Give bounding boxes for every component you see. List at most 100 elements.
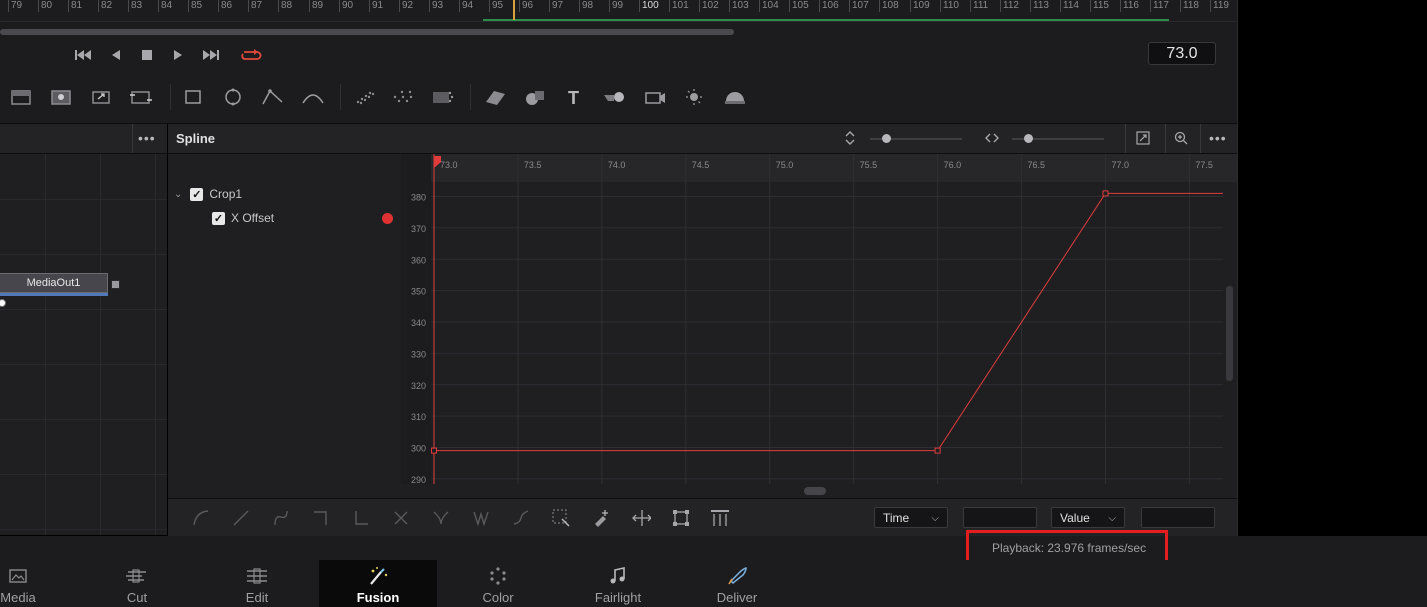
- x-tick-label: 75.0: [776, 160, 794, 170]
- spline-vscroll-thumb[interactable]: [1226, 286, 1233, 381]
- spline-options-icon[interactable]: •••: [1209, 130, 1227, 146]
- particle-image-icon[interactable]: [430, 85, 456, 109]
- ellipse-mask-icon[interactable]: [220, 85, 246, 109]
- toolbar-separator: [170, 84, 171, 110]
- vertical-zoom-slider[interactable]: [870, 134, 962, 143]
- select-keys-icon[interactable]: [551, 508, 571, 528]
- skip-to-end-icon[interactable]: [200, 45, 222, 65]
- ruler-playhead[interactable]: [513, 0, 515, 20]
- fit-icon[interactable]: [1136, 131, 1150, 150]
- bspline-mask-icon[interactable]: [300, 85, 326, 109]
- text-3d-icon[interactable]: T: [562, 85, 588, 109]
- image-plane-3d-icon[interactable]: [482, 85, 508, 109]
- y-tick-label: 290: [411, 475, 426, 484]
- node-selection-bar: [0, 293, 108, 296]
- crop1-checkbox[interactable]: ✓: [190, 187, 204, 201]
- ruler-tick: 105: [789, 0, 809, 12]
- spline-hscroll[interactable]: [401, 484, 1237, 498]
- reverse-icon[interactable]: [391, 508, 411, 528]
- horizontal-zoom-knob[interactable]: [1024, 134, 1033, 143]
- node-output-port[interactable]: [111, 280, 120, 289]
- ruler-tick: 81: [68, 0, 82, 12]
- tree-item-crop1[interactable]: ⌄ ✓ Crop1: [174, 187, 242, 201]
- transform-icon[interactable]: [88, 85, 114, 109]
- page-tab-deliver[interactable]: Deliver: [678, 560, 796, 607]
- timeline-scroll-thumb[interactable]: [0, 29, 734, 35]
- page-tab-label: Fairlight: [594, 590, 642, 605]
- camera-3d-icon[interactable]: [642, 85, 668, 109]
- node-editor-canvas[interactable]: MediaOut1: [0, 154, 167, 535]
- step-back-icon[interactable]: [105, 45, 127, 65]
- show-key-markers-icon[interactable]: [709, 508, 729, 528]
- render-range-bar[interactable]: [483, 19, 1169, 21]
- value-value-field[interactable]: [1141, 507, 1215, 528]
- stop-icon[interactable]: [136, 45, 158, 65]
- polygon-mask-icon[interactable]: [260, 85, 286, 109]
- timeline-ruler[interactable]: 79 80 81 82 83 84 85 86 87 88 89 90 91 92 93 94 95 96 97 98…: [0, 0, 1237, 22]
- background-icon[interactable]: [8, 85, 34, 109]
- spline-graph[interactable]: 73.0 73.5 74.0 74.5 75.0 75.5 76.0 76.5 77.0 77.5…: [401, 154, 1237, 485]
- rectangle-mask-icon[interactable]: [180, 85, 206, 109]
- page-tab-fairlight[interactable]: Fairlight: [559, 560, 677, 607]
- smooth-icon[interactable]: [191, 508, 211, 528]
- merge-icon[interactable]: [128, 85, 154, 109]
- step-in-icon[interactable]: [311, 508, 331, 528]
- keyframe-point: [934, 447, 941, 454]
- time-value-field[interactable]: [963, 507, 1037, 528]
- time-dropdown[interactable]: Time ⌵: [874, 507, 948, 528]
- merge-3d-icon[interactable]: [602, 85, 628, 109]
- paint-icon[interactable]: [48, 85, 74, 109]
- vertical-zoom-icon: [844, 130, 856, 151]
- spline-graph-svg[interactable]: 73.0 73.5 74.0 74.5 75.0 75.5 76.0 76.5 77.0 77.5…: [401, 154, 1237, 485]
- ping-pong-icon[interactable]: [471, 508, 491, 528]
- particle-render-icon[interactable]: [390, 85, 416, 109]
- add-key-icon[interactable]: [591, 508, 611, 528]
- y-tick-label: 320: [411, 381, 426, 391]
- timeline-scrollbar[interactable]: [0, 22, 1237, 40]
- play-icon[interactable]: [167, 45, 189, 65]
- loop-icon[interactable]: [238, 45, 264, 65]
- invert-icon[interactable]: [271, 508, 291, 528]
- zoom-icon[interactable]: [1174, 131, 1188, 150]
- ruler-tick: 112: [1000, 0, 1019, 12]
- value-dropdown[interactable]: Value ⌵: [1051, 507, 1125, 528]
- page-tab-media[interactable]: Media: [0, 560, 77, 607]
- ruler-tick: 116: [1120, 0, 1139, 12]
- ruler-tick: 102: [699, 0, 719, 12]
- shape-3d-icon[interactable]: [522, 85, 548, 109]
- relative-icon[interactable]: [511, 508, 531, 528]
- vertical-zoom-knob[interactable]: [882, 134, 891, 143]
- spline-color-dot[interactable]: [382, 213, 393, 224]
- mediaout-node[interactable]: MediaOut1: [0, 273, 108, 293]
- ruler-tick: 107: [849, 0, 869, 12]
- step-out-icon[interactable]: [351, 508, 371, 528]
- node-options-icon[interactable]: •••: [138, 130, 156, 146]
- skip-to-start-icon[interactable]: [72, 45, 94, 65]
- spline-hscroll-thumb[interactable]: [804, 487, 826, 495]
- tree-item-label: Crop1: [209, 187, 243, 201]
- current-time-field[interactable]: 73.0: [1148, 42, 1216, 65]
- light-icon[interactable]: [682, 85, 708, 109]
- panel-border: [1237, 0, 1238, 536]
- renderer-3d-icon[interactable]: [722, 85, 748, 109]
- horizontal-zoom-slider[interactable]: [1012, 134, 1104, 143]
- page-tab-fusion[interactable]: Fusion: [319, 560, 437, 607]
- ruler-tick: 97: [549, 0, 563, 12]
- node-input-port[interactable]: [0, 299, 6, 307]
- tree-item-x-offset[interactable]: ✓ X Offset: [212, 211, 274, 225]
- time-stretch-icon[interactable]: [631, 508, 651, 528]
- header-divider: [1125, 124, 1126, 153]
- x-offset-checkbox[interactable]: ✓: [212, 211, 225, 225]
- loop-curve-icon[interactable]: [431, 508, 451, 528]
- ruler-tick: 88: [278, 0, 292, 12]
- ruler-tick: 82: [98, 0, 112, 12]
- shape-box-icon[interactable]: [671, 508, 691, 528]
- transport-bar: 73.0: [0, 40, 1237, 70]
- particle-emitter-icon[interactable]: [352, 85, 378, 109]
- page-tab-cut[interactable]: Cut: [78, 560, 196, 607]
- chevron-down-icon[interactable]: ⌄: [174, 189, 182, 200]
- page-tab-edit[interactable]: Edit: [198, 560, 316, 607]
- page-tab-color[interactable]: Color: [439, 560, 557, 607]
- chevron-down-icon: ⌵: [1108, 513, 1116, 524]
- linear-icon[interactable]: [231, 508, 251, 528]
